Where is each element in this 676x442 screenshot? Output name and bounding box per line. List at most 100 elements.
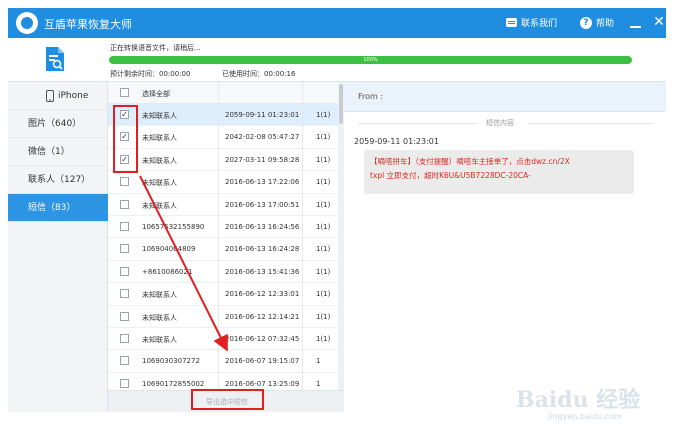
- sidebar-item-wechat[interactable]: 微信（1）: [8, 138, 108, 166]
- row-contact: 未知联系人: [142, 112, 177, 120]
- scrollbar-thumb[interactable]: [339, 84, 343, 124]
- row-checkbox[interactable]: [120, 199, 129, 209]
- annotation-box: [113, 105, 138, 173]
- table-row[interactable]: 未知联系人 2016-06-13 17:22:06 1(1): [108, 171, 344, 194]
- row-contact: 未知联系人: [142, 201, 177, 210]
- row-date: 2016-06-07 19:15:07: [225, 357, 300, 366]
- row-count: 1(1): [316, 111, 331, 119]
- column-divider: [218, 82, 219, 390]
- row-date: 2042-02-08 05:47:27: [225, 133, 300, 142]
- row-checkbox[interactable]: [120, 244, 129, 254]
- title-bar: 互盾苹果恢复大师 联系我们 ? 帮助 ✕: [8, 8, 666, 38]
- table-row[interactable]: 未知联系人 2016-06-13 17:00:51 1(1): [108, 194, 344, 216]
- row-checkbox[interactable]: [120, 311, 129, 321]
- from-bar: From :: [344, 82, 666, 112]
- table-row[interactable]: ✓ 未知联系人 2042-02-08 05:47:27 1(1): [108, 126, 344, 149]
- table-row[interactable]: ✓ 未知联系人 2059-09-11 01:23:01 1(1): [108, 104, 344, 127]
- from-label: From :: [358, 92, 384, 101]
- sidebar: iPhone 图片（640） 微信（1） 联系人（127） 短信（83）: [8, 82, 108, 412]
- row-count: 1(1): [316, 290, 331, 299]
- minimize-icon[interactable]: [630, 14, 642, 30]
- row-checkbox[interactable]: [120, 334, 129, 343]
- watermark-url: jingyan.baidu.com: [548, 412, 622, 421]
- row-count: 1(1): [316, 200, 331, 209]
- row-date: 2016-06-12 12:14:21: [225, 312, 300, 321]
- row-date: 2016-06-13 15:41:36: [225, 267, 300, 276]
- row-date: 2016-06-07 13:25:09: [225, 379, 300, 388]
- app-title: 互盾苹果恢复大师: [44, 18, 132, 31]
- row-date: 2016-06-12 07:32:45: [225, 335, 300, 343]
- divider: [358, 123, 478, 124]
- message-text-line: 【嘀嗒拼车】（支付提醒）嘀嗒车主接单了，点击dwz.cn/2X: [370, 157, 570, 166]
- contact-us-button[interactable]: 联系我们: [506, 16, 557, 29]
- table-row[interactable]: 未知联系人 2016-06-12 12:14:21 1(1): [108, 306, 344, 328]
- row-contact: 未知联系人: [142, 313, 177, 322]
- status-text: 正在转换语音文件，请稍后...: [110, 44, 201, 52]
- message-bubble: 【嘀嗒拼车】（支付提醒）嘀嗒车主接单了，点击dwz.cn/2X txpl 立即支…: [364, 150, 634, 194]
- column-divider: [302, 82, 303, 390]
- phone-icon: [46, 90, 54, 102]
- table-row[interactable]: 未知联系人 2016-06-12 07:32:45 1(1): [108, 328, 344, 351]
- row-contact: +8610086021: [142, 267, 193, 276]
- help-button[interactable]: ? 帮助: [580, 16, 614, 29]
- row-count: 1(1): [316, 312, 331, 321]
- watermark-logo: Baidu 经验: [516, 387, 641, 413]
- sms-content-heading: 短信内容: [486, 119, 514, 127]
- used-time: 已使用时间：00:00:16: [222, 70, 296, 78]
- table-row[interactable]: +8610086021 2016-06-13 15:41:36 1(1): [108, 261, 344, 284]
- row-date: 2027-03-11 09:58:28: [225, 155, 300, 164]
- message-detail: From : 短信内容 2059-09-11 01:23:01 【嘀嗒拼车】（支…: [344, 82, 666, 412]
- progress-percent: 100%: [363, 57, 378, 63]
- row-count: 1(1): [316, 267, 331, 276]
- row-contact: 1069030307272: [142, 357, 200, 366]
- sidebar-item-device[interactable]: iPhone: [8, 82, 108, 110]
- row-date: 2016-06-13 17:00:51: [225, 200, 300, 209]
- question-circle-icon: ?: [580, 16, 592, 29]
- row-count: 1(1): [316, 335, 331, 343]
- sidebar-item-photos[interactable]: 图片（640）: [8, 110, 108, 138]
- select-all-checkbox[interactable]: [120, 88, 129, 97]
- annotation-box: [191, 389, 264, 410]
- row-date: 2016-06-13 16:24:56: [225, 223, 300, 231]
- document-search-icon: [46, 47, 64, 71]
- message-list: 选择全部 ✓ 未知联系人 2059-09-11 01:23:01 1(1) ✓ 未知联系人…: [108, 82, 344, 412]
- row-date: 2016-06-13 17:22:06: [225, 178, 300, 187]
- row-checkbox[interactable]: [120, 378, 129, 388]
- sidebar-item-sms[interactable]: 短信（83）: [8, 194, 108, 222]
- message-text-line: txpl 立即支付，超时K6U&U5B7228DC-20CA-: [370, 171, 531, 180]
- list-header: 选择全部: [108, 82, 344, 104]
- message-time: 2059-09-11 01:23:01: [354, 137, 439, 146]
- row-count: 1(1): [316, 155, 331, 164]
- row-checkbox[interactable]: [120, 356, 129, 366]
- row-date: 2059-09-11 01:23:01: [225, 111, 300, 119]
- divider: [528, 123, 652, 124]
- select-all-label: 选择全部: [142, 90, 170, 98]
- table-row[interactable]: 10657532155890 2016-06-13 16:24:56 1(1): [108, 216, 344, 239]
- chat-icon: [506, 18, 517, 27]
- row-contact: 未知联系人: [142, 134, 177, 143]
- row-contact: 未知联系人: [142, 291, 177, 300]
- sidebar-item-label: iPhone: [58, 91, 89, 101]
- progress-bar: 100%: [109, 56, 632, 64]
- table-row[interactable]: 1069030307272 2016-06-07 19:15:07 1: [108, 350, 344, 373]
- row-contact: 未知联系人: [142, 179, 177, 188]
- row-date: 2016-06-13 16:24:28: [225, 245, 300, 254]
- close-icon[interactable]: ✕: [652, 14, 666, 30]
- row-count: 1(1): [316, 245, 331, 254]
- row-count: 1(1): [316, 178, 331, 187]
- table-row[interactable]: 未知联系人 2016-06-12 12:33:01 1(1): [108, 283, 344, 306]
- row-checkbox[interactable]: [120, 222, 129, 231]
- sidebar-item-contacts[interactable]: 联系人（127）: [8, 166, 108, 194]
- row-date: 2016-06-12 12:33:01: [225, 290, 300, 299]
- row-checkbox[interactable]: [120, 266, 129, 276]
- table-row[interactable]: 106904064809 2016-06-13 16:24:28 1(1): [108, 238, 344, 261]
- row-contact: 未知联系人: [142, 336, 177, 344]
- row-count: 1: [316, 357, 321, 366]
- row-contact: 未知联系人: [142, 156, 177, 165]
- row-checkbox[interactable]: [120, 177, 129, 187]
- table-row[interactable]: ✓ 未知联系人 2027-03-11 09:58:28 1(1): [108, 149, 344, 172]
- row-checkbox[interactable]: [120, 289, 129, 299]
- row-contact: 10690172855002: [142, 379, 205, 388]
- row-count: 1(1): [316, 133, 331, 142]
- progress-panel: 正在转换语音文件，请稍后... 100% 预计剩余时间：00:00:00 已使用…: [8, 38, 666, 82]
